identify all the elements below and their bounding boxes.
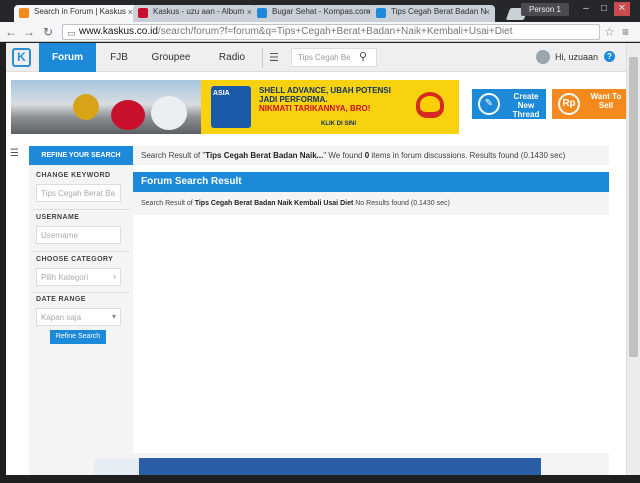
- shell-logo-icon: [416, 92, 444, 118]
- tab-title: Tips Cegah Berat Badan N: [391, 7, 487, 16]
- oil-can-image: ASIA: [211, 86, 251, 128]
- category-value: Pilih Kategori: [41, 273, 89, 282]
- url-host: www.kaskus.co.id: [79, 26, 158, 37]
- summary-query: Tips Cegah Berat Badan Naik...: [205, 151, 324, 160]
- keyword-input[interactable]: Tips Cegah Berat Ba: [36, 184, 121, 202]
- date-range-value: Kapan saja: [41, 313, 82, 322]
- create-thread-label: Create New Thread: [512, 92, 540, 119]
- tab-title: Search in Forum | Kaskus: [34, 7, 126, 16]
- summary-prefix: Search Result of ": [141, 151, 206, 160]
- page-viewport: K Forum FJB Groupee Radio ☰ Tips Cegah B…: [6, 43, 626, 475]
- create-thread-button[interactable]: ✎ Create New Thread: [472, 89, 546, 119]
- rider-icon: [111, 100, 145, 130]
- results-prefix: Search Result of: [141, 200, 195, 207]
- refine-search-tab[interactable]: REFINE YOUR SEARCH: [29, 146, 133, 165]
- nav-divider: [262, 48, 263, 68]
- results-message: Search Result of Tips Cegah Berat Badan …: [133, 192, 609, 215]
- rider-icon: [151, 96, 187, 130]
- kompas-favicon-icon: [257, 8, 267, 18]
- search-icon[interactable]: ⚲: [359, 50, 367, 63]
- back-icon[interactable]: ←: [4, 25, 18, 39]
- tab-tips-cegah[interactable]: Tips Cegah Berat Badan N ×: [371, 5, 495, 22]
- tab-title: Bugar Sehat - Kompas.com: [272, 7, 371, 16]
- chevron-right-icon: ›: [113, 272, 116, 281]
- forward-icon[interactable]: →: [22, 25, 36, 39]
- window-bottom-frame: [0, 475, 640, 483]
- nav-groupee[interactable]: Groupee: [146, 43, 196, 72]
- divider: [33, 251, 129, 252]
- divider: [33, 209, 129, 210]
- divider: [33, 292, 129, 293]
- want-to-sell-button[interactable]: Rp Want To Sell: [552, 89, 626, 119]
- tab-search-in-forum[interactable]: Search in Forum | Kaskus ×: [14, 5, 138, 22]
- kaskus-favicon-icon: [19, 8, 29, 18]
- banner-line-1: SHELL ADVANCE, UBAH POTENSI: [259, 86, 391, 95]
- banner-cta[interactable]: KLIK DI SINI: [321, 121, 356, 127]
- category-select[interactable]: Pilih Kategori ›: [36, 268, 121, 286]
- profile-button[interactable]: Person 1: [521, 3, 569, 16]
- tab-bugar-sehat[interactable]: Bugar Sehat - Kompas.com ×: [252, 5, 376, 22]
- page-icon: ▭: [67, 28, 76, 38]
- kaskus-favicon-icon: [138, 8, 148, 18]
- rider-icon: [73, 94, 99, 120]
- chevron-down-icon: ▾: [111, 312, 116, 321]
- tab-kaskus-album[interactable]: Kaskus - uzu aan - Album ×: [133, 5, 257, 22]
- summary-mid: " We found: [323, 151, 365, 160]
- close-tab-icon[interactable]: ×: [485, 7, 490, 17]
- minimize-icon[interactable]: –: [578, 2, 594, 16]
- help-icon[interactable]: ?: [604, 51, 615, 62]
- banner-photo: [11, 80, 201, 134]
- sidebar-toggle-icon[interactable]: ☰: [10, 148, 19, 159]
- close-window-icon[interactable]: ✕: [614, 2, 630, 16]
- scrollbar-thumb[interactable]: [629, 57, 638, 357]
- results-query: Tips Cegah Berat Badan Naik Kembali Usai…: [194, 200, 354, 207]
- shell-advertisement-banner[interactable]: ASIA SHELL ADVANCE, UBAH POTENSI JADI PE…: [11, 80, 459, 134]
- username-label: USERNAME: [36, 214, 80, 221]
- kompas-favicon-icon: [376, 8, 386, 18]
- footer-strip: [29, 453, 609, 475]
- username-input[interactable]: Username: [36, 226, 121, 244]
- refine-search-button[interactable]: Refine Search: [50, 330, 106, 344]
- date-range-label: DATE RANGE: [36, 296, 86, 303]
- nav-fjb[interactable]: FJB: [104, 43, 134, 72]
- bookmark-star-icon[interactable]: ☆: [604, 25, 615, 39]
- date-range-select[interactable]: Kapan saja ▾: [36, 308, 121, 326]
- summary-suffix: items in forum discussions. Results foun…: [369, 151, 566, 160]
- user-avatar[interactable]: [536, 50, 550, 64]
- banner-copy-area: ASIA SHELL ADVANCE, UBAH POTENSI JADI PE…: [201, 80, 459, 134]
- url-path: /search/forum?f=forum&q=Tips+Cegah+Berat…: [157, 26, 513, 37]
- maximize-icon[interactable]: □: [596, 2, 612, 16]
- results-suffix: No Results found (0.1430 sec): [353, 200, 450, 207]
- keyword-label: CHANGE KEYWORD: [36, 172, 111, 179]
- banner-line-3: NIKMATI TARIKANNYA, BRO!: [259, 104, 371, 113]
- user-greeting[interactable]: Hi, uzuaan: [555, 52, 598, 62]
- reload-icon[interactable]: ↻: [41, 25, 55, 39]
- tab-title: Kaskus - uzu aan - Album: [153, 7, 245, 16]
- result-summary: Search Result of "Tips Cegah Berat Badan…: [133, 146, 609, 165]
- banner-line-2: JADI PERFORMA.: [259, 95, 328, 104]
- want-to-sell-label: Want To Sell: [590, 92, 622, 110]
- chrome-menu-icon[interactable]: ≡: [622, 25, 629, 39]
- banner-headline: SHELL ADVANCE, UBAH POTENSI JADI PERFORM…: [259, 86, 391, 113]
- nav-forum[interactable]: Forum: [39, 43, 96, 72]
- page-scrollbar[interactable]: [626, 43, 640, 475]
- site-header: K Forum FJB Groupee Radio ☰ Tips Cegah B…: [6, 43, 626, 72]
- address-bar[interactable]: ▭ www.kaskus.co.id/search/forum?f=forum&…: [62, 24, 600, 40]
- results-title: Forum Search Result: [133, 172, 609, 192]
- rupiah-icon: Rp: [558, 93, 580, 115]
- refine-sidebar: CHANGE KEYWORD Tips Cegah Berat Ba USERN…: [29, 165, 133, 455]
- kaskus-logo-icon[interactable]: K: [12, 48, 31, 67]
- browser-tabstrip: Search in Forum | Kaskus × Kaskus - uzu …: [0, 0, 640, 22]
- footer-advertisement[interactable]: [94, 458, 541, 475]
- pencil-icon: ✎: [478, 93, 500, 115]
- nav-radio[interactable]: Radio: [211, 43, 253, 72]
- browser-toolbar: ← → ↻ ▭ www.kaskus.co.id/search/forum?f=…: [0, 22, 640, 42]
- category-label: CHOOSE CATEGORY: [36, 256, 114, 263]
- list-icon[interactable]: ☰: [269, 51, 279, 64]
